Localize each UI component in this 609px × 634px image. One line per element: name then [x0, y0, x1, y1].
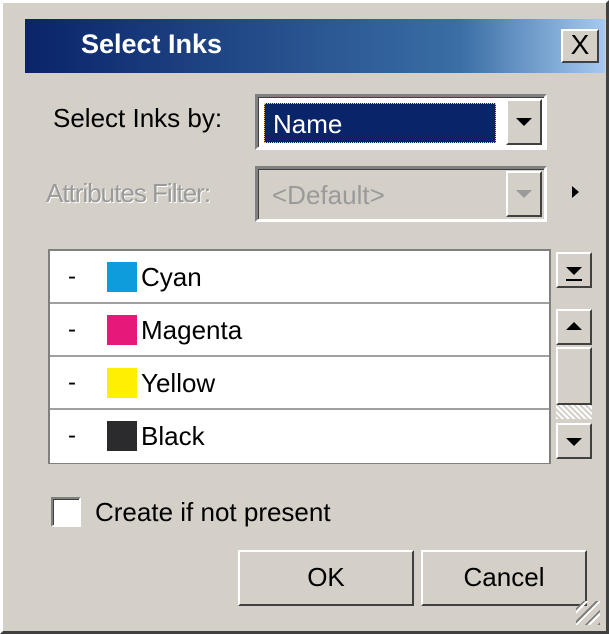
create-if-not-present-label: Create if not present [95, 497, 331, 527]
expand-arrow-icon[interactable] [572, 186, 579, 198]
ink-swatch-yellow [107, 368, 137, 398]
title-bar: Select Inks X [25, 19, 605, 73]
ink-row-magenta[interactable]: - Magenta [50, 304, 549, 357]
ink-name-yellow: Yellow [141, 368, 216, 398]
select-by-value: Name [264, 103, 496, 143]
scroll-up-button[interactable] [556, 309, 592, 345]
scroll-thumb[interactable] [556, 347, 592, 405]
ink-name-black: Black [141, 421, 205, 451]
chevron-down-icon [516, 190, 532, 198]
ink-swatch-cyan [107, 262, 137, 292]
attributes-filter-dropdown-button [506, 171, 542, 217]
ink-swatch-magenta [107, 315, 137, 345]
dialog-title: Select Inks [81, 29, 223, 59]
ink-dash: - [68, 369, 76, 396]
ink-name-magenta: Magenta [141, 315, 243, 345]
scroll-track-pattern [556, 405, 592, 419]
close-icon: X [570, 29, 590, 60]
arrow-down-icon [566, 438, 582, 446]
close-button[interactable]: X [561, 29, 599, 63]
resize-grip[interactable] [576, 601, 600, 625]
cancel-button[interactable]: Cancel [421, 550, 587, 606]
scroll-to-bottom-icon [566, 267, 582, 275]
select-inks-dialog: Select Inks X Select Inks by: Name Attri… [0, 0, 609, 634]
select-by-dropdown-button[interactable] [506, 99, 542, 145]
ok-button[interactable]: OK [238, 550, 414, 606]
ink-row-yellow[interactable]: - Yellow [50, 357, 549, 410]
ink-dash: - [68, 316, 76, 343]
ink-name-cyan: Cyan [141, 262, 202, 292]
chevron-down-icon [516, 118, 532, 126]
ink-list: - Cyan - Magenta - Yellow - Black [48, 249, 551, 464]
select-by-label: Select Inks by: [53, 103, 223, 133]
select-by-dropdown[interactable]: Name [255, 94, 547, 150]
ink-dash: - [68, 422, 76, 449]
scroll-down-button[interactable] [556, 423, 592, 459]
attributes-filter-dropdown: <Default> [255, 166, 547, 222]
scroll-to-bottom-bar [566, 279, 582, 281]
ink-row-cyan[interactable]: - Cyan [50, 251, 549, 304]
ink-swatch-black [107, 421, 137, 451]
ink-dash: - [68, 263, 76, 290]
attributes-filter-label: Attributes Filter: [46, 178, 211, 208]
attributes-filter-value: <Default> [272, 180, 385, 210]
scroll-to-bottom-button[interactable] [556, 252, 592, 288]
create-if-not-present-checkbox[interactable] [51, 497, 81, 527]
arrow-up-icon [566, 322, 582, 330]
ink-row-black[interactable]: - Black [50, 410, 549, 463]
